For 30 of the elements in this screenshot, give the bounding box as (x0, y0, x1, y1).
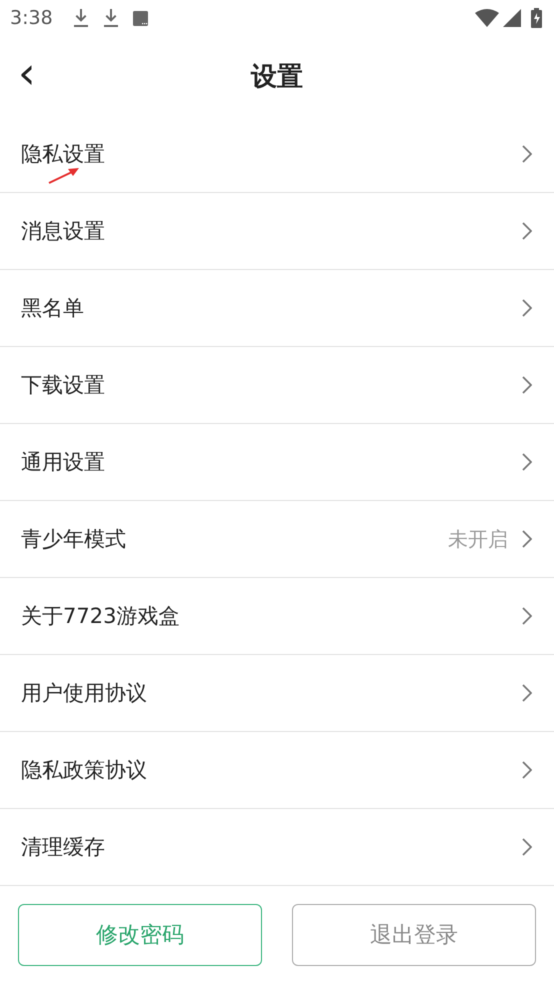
settings-item[interactable]: 用户使用协议 (0, 655, 554, 732)
settings-item[interactable]: 隐私设置 (0, 116, 554, 193)
notification-icon (132, 10, 148, 26)
chevron-right-icon (522, 145, 532, 163)
signal-icon (503, 9, 521, 27)
settings-item[interactable]: 消息设置 (0, 193, 554, 270)
chevron-right-icon (522, 838, 532, 856)
battery-charging-icon (531, 8, 542, 28)
download-icon (72, 8, 89, 28)
chevron-right-icon (522, 684, 532, 702)
settings-item[interactable]: 下载设置 (0, 347, 554, 424)
download-icon (102, 8, 119, 28)
chevron-right-icon (522, 530, 532, 548)
chevron-right-icon (522, 299, 532, 317)
wifi-icon (475, 9, 499, 27)
settings-item[interactable]: 隐私政策协议 (0, 732, 554, 809)
chevron-right-icon (522, 607, 532, 625)
settings-item[interactable]: 清理缓存 (0, 809, 554, 886)
logout-button[interactable]: 退出登录 (292, 904, 536, 966)
page-title: 设置 (251, 60, 303, 94)
settings-item[interactable]: 关于7723游戏盒 (0, 578, 554, 655)
back-button[interactable]: ‹ (14, 54, 40, 94)
chevron-right-icon (522, 222, 532, 240)
settings-item[interactable]: 黑名单 (0, 270, 554, 347)
chevron-right-icon (522, 453, 532, 471)
settings-item[interactable]: 青少年模式 未开启 (0, 501, 554, 578)
settings-item[interactable]: 通用设置 (0, 424, 554, 501)
status-time: 3:38 (10, 7, 53, 29)
chevron-right-icon (522, 376, 532, 394)
chevron-right-icon (522, 761, 532, 779)
